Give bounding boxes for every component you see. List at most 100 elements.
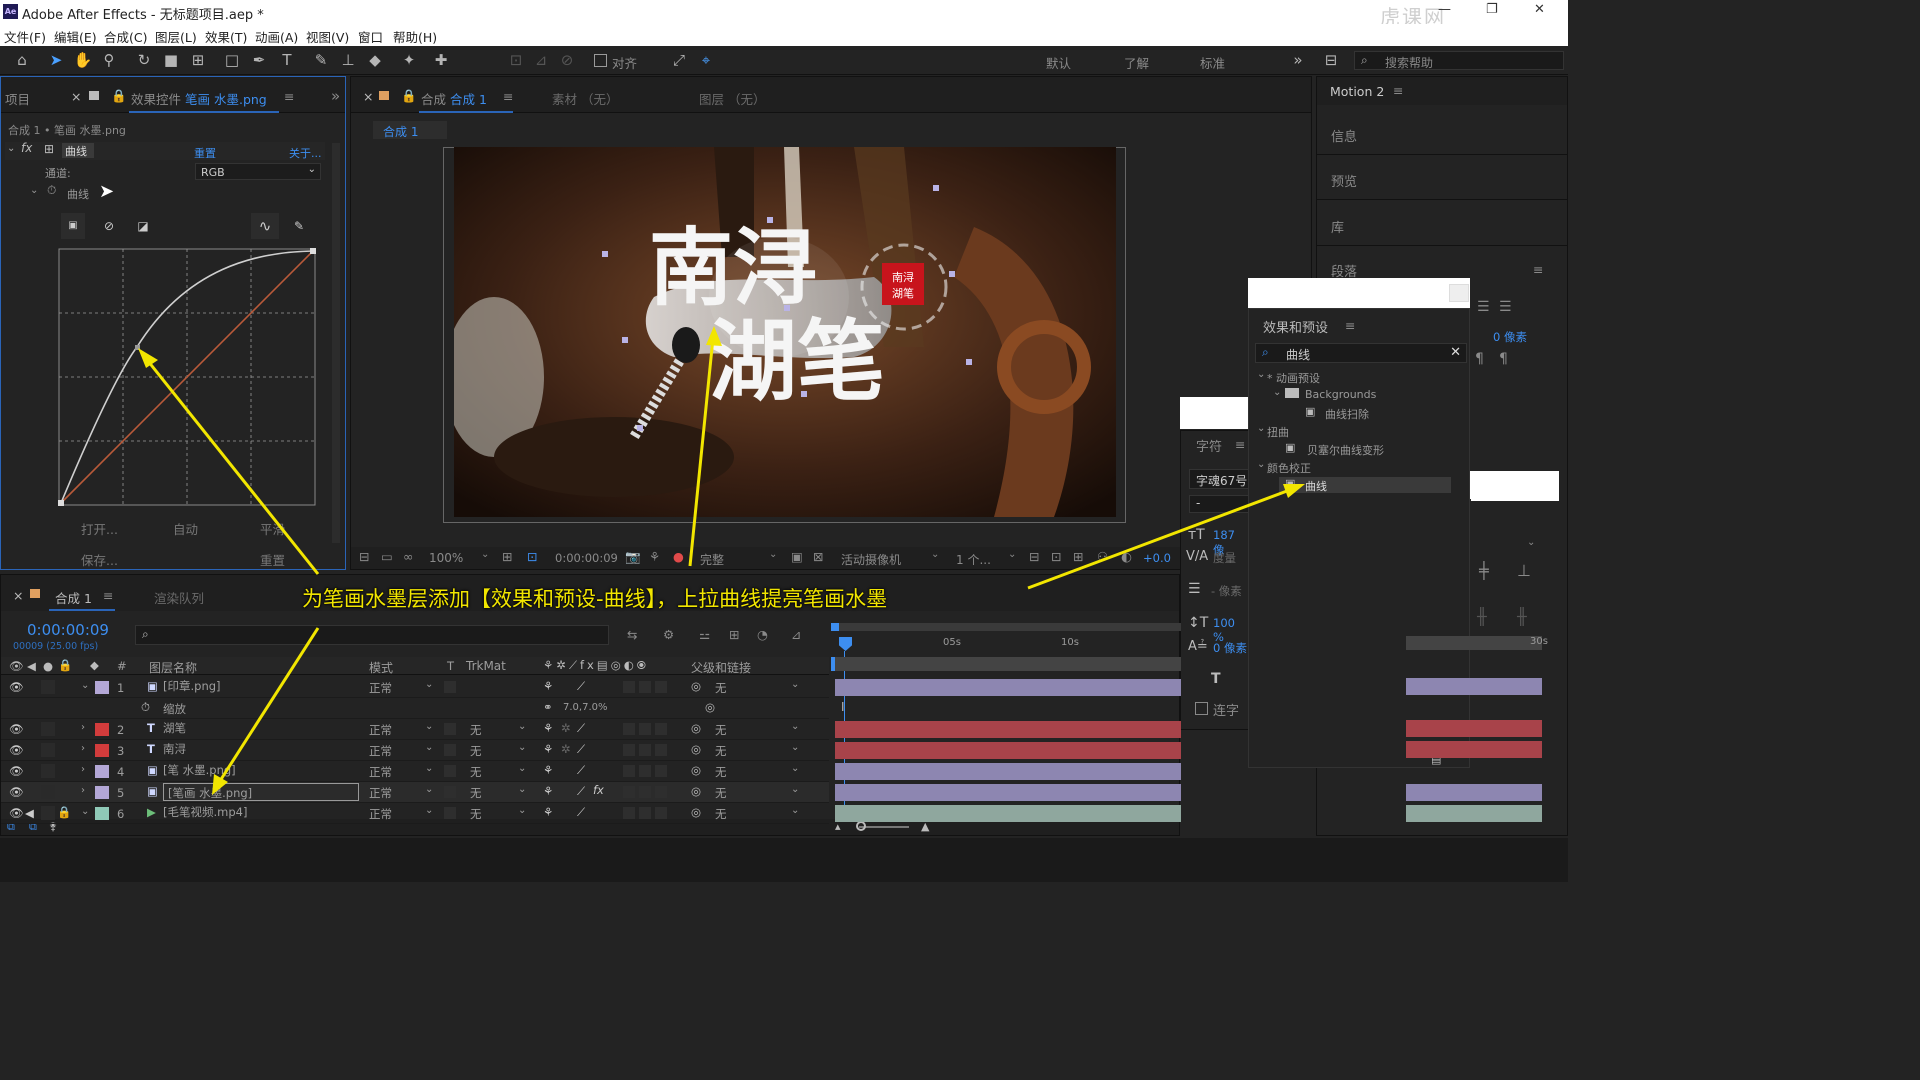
visibility-eye-icon[interactable]: 👁	[9, 722, 24, 736]
work-area-bar[interactable]	[831, 623, 1181, 631]
label-color-swatch[interactable]	[95, 744, 109, 757]
workspace-default[interactable]: 默认	[1046, 53, 1071, 72]
auto-button[interactable]: 自动	[173, 519, 198, 538]
shy-switch-icon[interactable]: ⚘	[543, 679, 553, 693]
lock-icon[interactable]: 🔒	[111, 88, 127, 104]
motion-blur-switch[interactable]	[623, 807, 635, 819]
curve-size-large-icon[interactable]: ◪	[131, 213, 155, 239]
collapse-switch-icon[interactable]: ✲	[561, 721, 571, 735]
audio-icon[interactable]: ◀	[25, 806, 34, 820]
tab-close-icon[interactable]: ×	[363, 89, 373, 104]
layer-duration-bar[interactable]	[835, 784, 1181, 801]
mode-select[interactable]: 正常 ⌄	[369, 742, 435, 758]
menu-effect[interactable]: 效果(T)	[205, 27, 247, 46]
motion-blur-switch[interactable]	[623, 723, 635, 735]
panel-menu-icon[interactable]: ≡	[1393, 83, 1403, 98]
snapshot-icon[interactable]: 📷	[625, 549, 641, 565]
parent-select[interactable]: 无 ⌄	[715, 805, 805, 822]
tab-project[interactable]: 项目	[5, 89, 30, 108]
reset-exposure-icon[interactable]: ⊡	[1051, 549, 1061, 564]
curve-twirl-icon[interactable]: ⌄	[30, 185, 38, 196]
solo-switch[interactable]	[41, 764, 55, 778]
snap-option-icon-3[interactable]: ⊘	[556, 50, 578, 70]
scrollbar[interactable]	[332, 143, 340, 543]
menu-view[interactable]: 视图(V)	[306, 27, 349, 46]
solo-switch[interactable]	[41, 722, 55, 736]
mode-select[interactable]: 正常 ⌄	[369, 805, 435, 821]
3d-switch[interactable]	[655, 786, 667, 798]
restore-icon[interactable]: ❐	[1486, 2, 1498, 17]
adjustment-switch[interactable]	[639, 765, 651, 777]
close-icon[interactable]: ✕	[1534, 2, 1545, 17]
snap-checkbox[interactable]	[594, 54, 607, 67]
constrain-proportions-icon[interactable]: ⚭	[543, 700, 553, 714]
fx-switch-icon[interactable]: fx	[593, 783, 604, 797]
zoom-tool-icon[interactable]: ⚲	[98, 50, 120, 70]
shy-layers-icon[interactable]: ⚍	[699, 627, 710, 642]
preserve-transparency-toggle[interactable]	[444, 681, 456, 693]
quality-switch-icon[interactable]: ⟋	[577, 763, 585, 778]
trkmat-select[interactable]: 无 ⌄	[470, 805, 526, 822]
roto-brush-icon[interactable]: ✦	[398, 50, 420, 70]
preserve-transparency-toggle[interactable]	[444, 786, 456, 798]
trkmat-select[interactable]: 无 ⌄	[470, 742, 526, 759]
clear-search-icon[interactable]: ✕	[1450, 345, 1461, 360]
zoom-slider[interactable]	[859, 826, 909, 828]
layer-search-input[interactable]: ⌕	[135, 625, 609, 645]
property-row[interactable]: ⏱ 缩放 ⚭ 7.0,7.0% ◎	[1, 698, 829, 719]
rotate-tool-icon[interactable]: ↻	[133, 50, 155, 70]
adjustment-switch[interactable]	[639, 786, 651, 798]
zoom-select[interactable]: 100%	[429, 551, 463, 565]
stopwatch-icon[interactable]: ⏱	[47, 183, 56, 198]
comp-flowchart-icon[interactable]: ⇆	[627, 627, 637, 642]
resolution-chevron-icon[interactable]: ⌄	[769, 549, 777, 560]
zoom-slider-thumb[interactable]	[856, 821, 866, 831]
solo-switch[interactable]	[41, 680, 55, 694]
puppet-pin-icon[interactable]: ✚	[430, 50, 452, 70]
snap-option-icon-2[interactable]: ⊿	[530, 50, 552, 70]
kerning-value[interactable]: 度量	[1213, 550, 1236, 566]
tab-close-icon[interactable]: ×	[71, 89, 81, 104]
shy-switch-icon[interactable]: ⚘	[543, 742, 553, 756]
exposure-icon[interactable]: ◐	[1121, 549, 1132, 564]
pickwhip-icon[interactable]: ◎	[691, 721, 701, 735]
exposure-value[interactable]: +0.0	[1143, 551, 1171, 565]
snap-option-icon[interactable]: ⊡	[505, 50, 527, 70]
tab-effect-controls[interactable]: 效果控件 笔画 水墨.png	[131, 89, 267, 108]
preserve-transparency-toggle[interactable]	[444, 807, 456, 819]
hand-tool-icon[interactable]: ✋	[72, 50, 94, 70]
effects-search-input[interactable]: ⌕ 曲线 ✕	[1255, 343, 1467, 363]
tree-item[interactable]: ⌄ Backgrounds	[1253, 387, 1453, 403]
mode-select[interactable]: 正常 ⌄	[369, 784, 435, 800]
parent-select[interactable]: 无 ⌄	[715, 742, 805, 759]
panel-menu-icon[interactable]: ≡	[503, 89, 513, 104]
menu-layer[interactable]: 图层(L)	[155, 27, 197, 46]
preserve-transparency-toggle[interactable]	[444, 765, 456, 777]
panel-preview[interactable]: 预览	[1331, 171, 1357, 190]
menu-composition[interactable]: 合成(C)	[104, 27, 147, 46]
panel-info[interactable]: 信息	[1331, 126, 1357, 145]
visibility-eye-icon[interactable]: 👁	[9, 743, 24, 757]
draft-3d-icon[interactable]: ⚙	[663, 627, 674, 642]
trkmat-select[interactable]: 无 ⌄	[470, 784, 526, 801]
expand-twirl-icon[interactable]: ›	[81, 743, 85, 754]
tree-item[interactable]: ▣ 曲线扫除	[1253, 405, 1453, 421]
layer-row[interactable]: 👁 ⌄ 1 ▣ [印章.png] 正常 ⌄ ⚘ ⟋ ◎ 无 ⌄	[1, 677, 829, 698]
graph-editor-icon[interactable]: ⊿	[791, 627, 801, 642]
layer-name[interactable]: [笔画 水墨.png]	[163, 783, 359, 801]
collapse-switch-icon[interactable]: ✲	[561, 742, 571, 756]
layer-duration-bar[interactable]	[835, 763, 1181, 780]
clone-stamp-icon[interactable]: ⊥	[337, 50, 359, 70]
tab-motion[interactable]: Motion 2	[1330, 84, 1384, 99]
expand-twirl-icon[interactable]: ⌄	[81, 806, 89, 817]
layer-row[interactable]: 👁 ◀ 🔒 ⌄ 6 ▶ [毛笔视频.mp4] 正常 ⌄ 无 ⌄ ⚘ ⟋ ◎ 无 ⌄	[1, 803, 829, 824]
menu-help[interactable]: 帮助(H)	[393, 27, 437, 46]
parent-select[interactable]: 无 ⌄	[715, 763, 805, 780]
flowchart-icon[interactable]: ⊞	[1073, 549, 1083, 564]
visibility-eye-icon[interactable]: 👁	[9, 806, 24, 820]
rectangle-tool-icon[interactable]: □	[221, 50, 243, 70]
adjustment-switch[interactable]	[639, 744, 651, 756]
curve-size-medium-icon[interactable]: ⊘	[97, 213, 121, 239]
trkmat-select[interactable]: 无 ⌄	[470, 763, 526, 780]
keyframe-marker[interactable]: I	[841, 700, 845, 714]
